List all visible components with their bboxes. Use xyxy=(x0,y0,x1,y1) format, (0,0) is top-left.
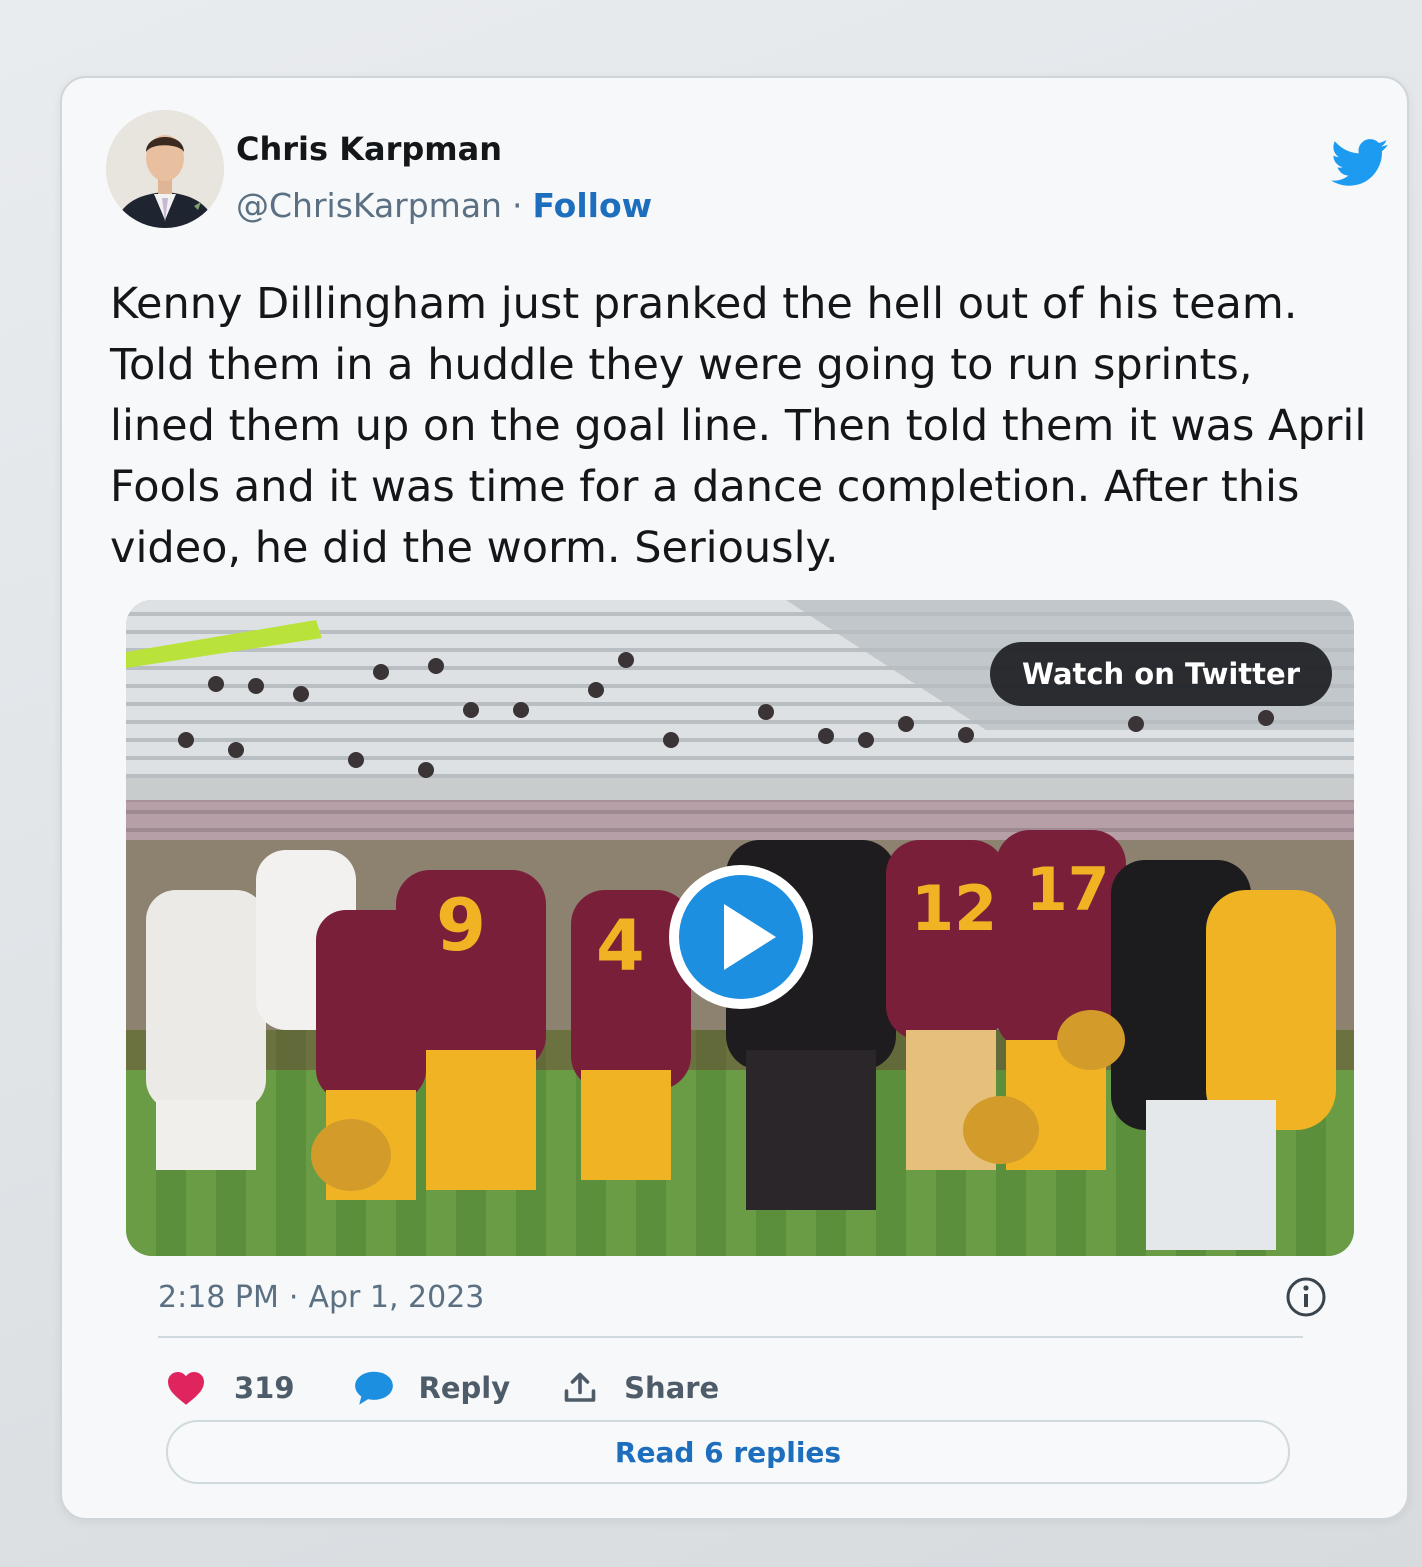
avatar[interactable] xyxy=(106,110,224,228)
watch-on-twitter-button[interactable]: Watch on Twitter xyxy=(990,642,1332,706)
handle-separator: · xyxy=(511,186,523,225)
timestamp-separator: · xyxy=(288,1280,299,1315)
twitter-bird-icon[interactable] xyxy=(1331,138,1389,188)
follow-link[interactable]: Follow xyxy=(532,186,652,225)
divider xyxy=(158,1336,1303,1338)
info-icon[interactable] xyxy=(1285,1276,1327,1318)
author-handle[interactable]: @ChrisKarpman xyxy=(236,186,502,225)
tweet-date: Apr 1, 2023 xyxy=(308,1280,485,1315)
like-count: 319 xyxy=(234,1371,295,1405)
jersey-number: 4 xyxy=(596,905,645,987)
tweet-text: Kenny Dillingham just pranked the hell o… xyxy=(110,279,1367,573)
reply-bubble-icon xyxy=(354,1371,393,1405)
share-label: Share xyxy=(624,1371,720,1405)
action-bar: 319 Reply Share xyxy=(166,1362,719,1414)
heart-icon xyxy=(168,1371,204,1405)
jersey-number: 17 xyxy=(1026,855,1110,925)
jersey-number: 9 xyxy=(436,883,486,967)
tweet-timestamp[interactable]: 2:18 PM · Apr 1, 2023 xyxy=(158,1280,484,1315)
tweet-card: Chris Karpman @ChrisKarpman · Follow Ken… xyxy=(60,76,1409,1520)
share-button[interactable]: Share xyxy=(562,1370,719,1406)
like-button[interactable]: 319 xyxy=(166,1370,295,1406)
read-replies-button[interactable]: Read 6 replies xyxy=(166,1420,1290,1484)
tweet-time: 2:18 PM xyxy=(158,1280,279,1315)
reply-button[interactable]: Reply xyxy=(353,1370,511,1406)
author-handle-row: @ChrisKarpman · Follow xyxy=(236,186,652,225)
video-thumbnail[interactable]: 9 4 12 17 Watch on Twitter xyxy=(126,600,1354,1256)
jersey-number: 12 xyxy=(911,872,997,945)
reply-label: Reply xyxy=(418,1371,511,1405)
share-icon xyxy=(564,1372,596,1402)
play-icon[interactable] xyxy=(666,862,816,1012)
author-name[interactable]: Chris Karpman xyxy=(236,130,502,168)
